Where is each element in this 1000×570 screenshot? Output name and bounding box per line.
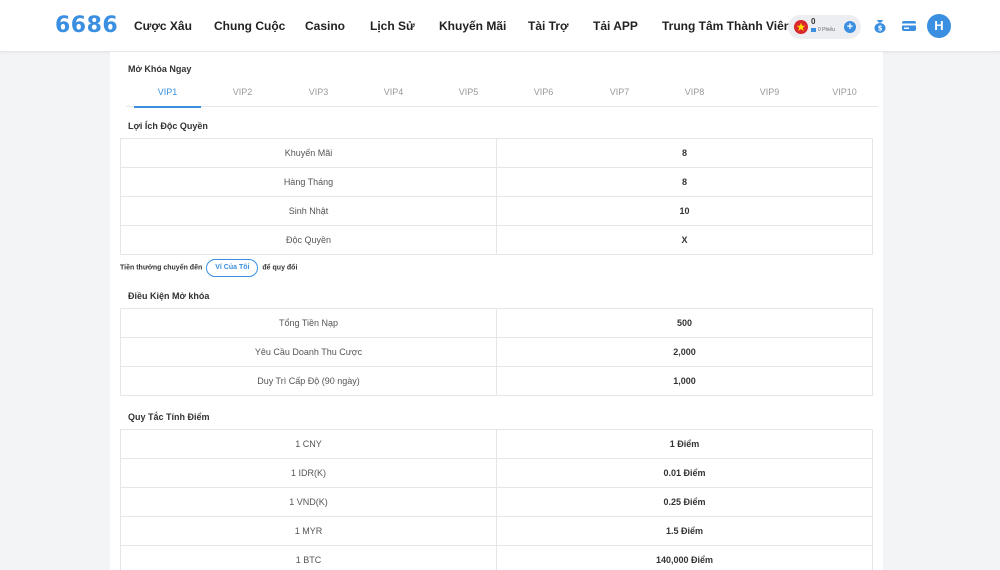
condition-label: Duy Trì Cấp Độ (90 ngày) xyxy=(120,366,497,396)
condition-label: Tổng Tiền Nạp xyxy=(120,308,497,338)
points-label: 1 IDR(K) xyxy=(120,458,497,488)
table-row: Yêu Cầu Doanh Thu Cược 2,000 xyxy=(120,337,873,367)
vietnam-flag-icon xyxy=(794,20,808,34)
tab-vip8[interactable]: VIP8 xyxy=(657,82,732,107)
points-value: 0.25 Điểm xyxy=(496,487,873,517)
points-table: 1 CNY 1 Điểm 1 IDR(K) 0.01 Điểm 1 VND(K) 0.… xyxy=(120,429,873,570)
benefit-label: Sinh Nhật xyxy=(120,196,497,226)
tab-vip3[interactable]: VIP3 xyxy=(281,82,356,107)
conditions-title: Điều Kiện Mở khóa xyxy=(128,291,210,301)
table-row: 1 IDR(K) 0.01 Điểm xyxy=(120,458,873,488)
benefit-value: X xyxy=(496,225,873,255)
table-row: 1 CNY 1 Điểm xyxy=(120,429,873,459)
card-icon[interactable] xyxy=(900,17,918,35)
top-header: 6686 Cược Xâu Chung Cuộc Casino Lịch Sử … xyxy=(0,0,1000,52)
table-row: Tổng Tiền Nạp 500 xyxy=(120,308,873,338)
benefit-label: Khuyến Mãi xyxy=(120,138,497,168)
table-row: 1 BTC 140,000 Điểm xyxy=(120,545,873,570)
tab-vip2[interactable]: VIP2 xyxy=(205,82,280,107)
benefits-table: Khuyến Mãi 8 Hàng Tháng 8 Sinh Nhật 10 Độc … xyxy=(120,138,873,255)
tab-vip9[interactable]: VIP9 xyxy=(732,82,807,107)
nav-member-center[interactable]: Trung Tâm Thành Viên xyxy=(662,19,791,33)
points-value: 1.5 Điểm xyxy=(496,516,873,546)
nav-outright[interactable]: Chung Cuộc xyxy=(214,19,285,33)
redeem-suffix: để quy đổi xyxy=(262,264,298,272)
redeem-prefix: Tiền thưởng chuyển đến xyxy=(120,264,203,272)
condition-label: Yêu Cầu Doanh Thu Cược xyxy=(120,337,497,367)
condition-value: 2,000 xyxy=(496,337,873,367)
redeem-hint: Tiền thưởng chuyển đến Ví Của Tôi để quy… xyxy=(120,259,297,277)
points-label: 1 CNY xyxy=(120,429,497,459)
nav-history[interactable]: Lịch Sử xyxy=(370,19,415,33)
nav-sponsorship[interactable]: Tài Trợ xyxy=(528,19,569,33)
ticket-icon xyxy=(811,27,816,32)
nav-parlay[interactable]: Cược Xâu xyxy=(134,19,192,33)
table-row: Duy Trì Cấp Độ (90 ngày) 1,000 xyxy=(120,366,873,396)
points-label: 1 MYR xyxy=(120,516,497,546)
unlock-title: Mở Khóa Ngay xyxy=(128,64,192,74)
points-label: 1 BTC xyxy=(120,545,497,570)
deposit-plus-button[interactable]: + xyxy=(844,21,856,33)
benefit-label: Độc Quyền xyxy=(120,225,497,255)
condition-value: 1,000 xyxy=(496,366,873,396)
points-label: 1 VND(K) xyxy=(120,487,497,517)
benefit-label: Hàng Tháng xyxy=(120,167,497,197)
money-bag-icon[interactable]: $ xyxy=(871,17,889,35)
tab-vip4[interactable]: VIP4 xyxy=(356,82,431,107)
table-row: Hàng Tháng 8 xyxy=(120,167,873,197)
tab-vip10[interactable]: VIP10 xyxy=(807,82,882,107)
benefit-value: 8 xyxy=(496,138,873,168)
nav-download-app[interactable]: Tải APP xyxy=(593,19,638,33)
vip-tabs: VIP1 VIP2 VIP3 VIP4 VIP5 VIP6 VIP7 VIP8 … xyxy=(126,82,878,108)
points-value: 1 Điểm xyxy=(496,429,873,459)
table-row: 1 MYR 1.5 Điểm xyxy=(120,516,873,546)
points-title: Quy Tắc Tính Điểm xyxy=(128,412,210,422)
tab-vip1[interactable]: VIP1 xyxy=(130,82,205,108)
nav-casino[interactable]: Casino xyxy=(305,19,345,33)
tab-vip7[interactable]: VIP7 xyxy=(582,82,657,107)
table-row: Khuyến Mãi 8 xyxy=(120,138,873,168)
ticket-count: 0 Phiếu xyxy=(818,27,835,33)
table-row: Sinh Nhật 10 xyxy=(120,196,873,226)
tab-vip6[interactable]: VIP6 xyxy=(506,82,581,107)
wallet-tickets: 0 Phiếu xyxy=(811,27,835,33)
benefit-value: 8 xyxy=(496,167,873,197)
site-logo[interactable]: 6686 xyxy=(55,13,118,38)
benefit-value: 10 xyxy=(496,196,873,226)
user-avatar[interactable]: H xyxy=(927,14,951,38)
tab-vip5[interactable]: VIP5 xyxy=(431,82,506,107)
table-row: Độc Quyền X xyxy=(120,225,873,255)
condition-value: 500 xyxy=(496,308,873,338)
conditions-table: Tổng Tiền Nạp 500 Yêu Cầu Doanh Thu Cược 2… xyxy=(120,308,873,396)
wallet-widget[interactable]: 0 0 Phiếu + xyxy=(788,15,861,39)
my-wallet-button[interactable]: Ví Của Tôi xyxy=(206,259,259,277)
points-value: 0.01 Điểm xyxy=(496,458,873,488)
table-row: 1 VND(K) 0.25 Điểm xyxy=(120,487,873,517)
svg-text:$: $ xyxy=(878,25,883,33)
nav-promotions[interactable]: Khuyến Mãi xyxy=(439,19,506,33)
wallet-balance: 0 xyxy=(811,17,816,26)
benefits-title: Lợi Ích Độc Quyền xyxy=(128,121,208,131)
points-value: 140,000 Điểm xyxy=(496,545,873,570)
vip-card: Mở Khóa Ngay VIP1 VIP2 VIP3 VIP4 VIP5 VI… xyxy=(110,52,883,570)
